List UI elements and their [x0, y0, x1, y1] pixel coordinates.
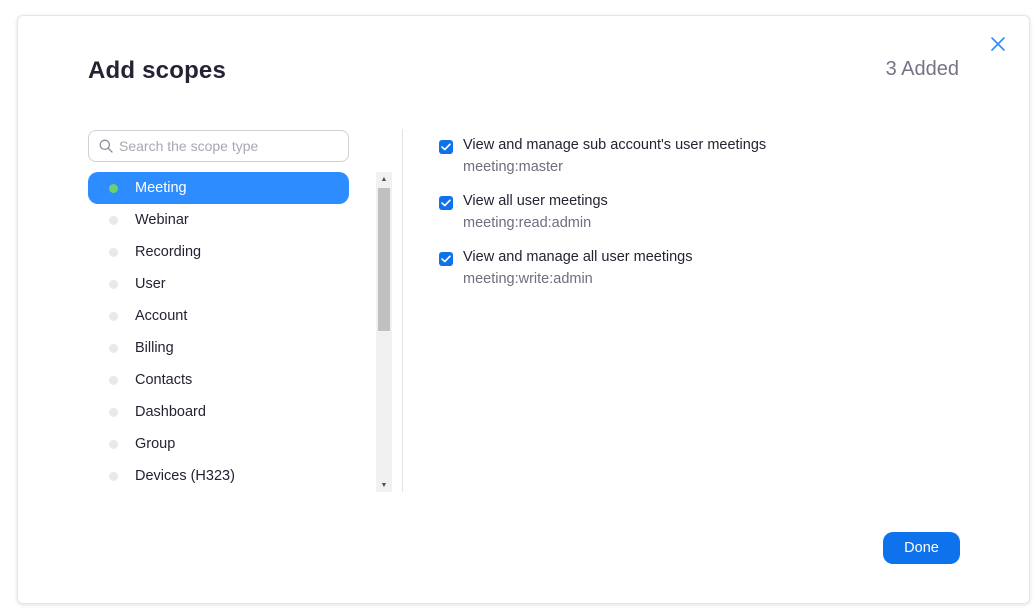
scope-type-label: Webinar [135, 212, 189, 228]
scope-type-user[interactable]: User [88, 268, 349, 300]
scope-checkbox[interactable] [439, 140, 453, 154]
status-dot [109, 311, 118, 321]
status-dot [109, 279, 118, 289]
status-dot [109, 471, 118, 481]
scope-type-label: Contacts [135, 372, 193, 388]
status-dot [109, 439, 118, 449]
scope-checkbox[interactable] [439, 252, 453, 266]
scope-option: View and manage all user meetings meetin… [439, 249, 979, 305]
scope-type-billing[interactable]: Billing [88, 332, 349, 364]
scope-description: View and manage all user meetings [463, 249, 693, 265]
scope-type-list: Meeting Webinar Recording User Account B… [88, 172, 349, 492]
checkmark-icon [441, 199, 451, 207]
scope-code: meeting:read:admin [463, 215, 592, 231]
scope-type-label: User [135, 276, 166, 292]
scope-type-webinar[interactable]: Webinar [88, 204, 349, 236]
panel-divider [402, 129, 403, 492]
scope-search[interactable] [88, 130, 349, 162]
scope-type-recording[interactable]: Recording [88, 236, 349, 268]
scope-type-label: Group [135, 436, 176, 452]
scope-type-contacts[interactable]: Contacts [88, 364, 349, 396]
scope-code: meeting:write:admin [463, 271, 593, 287]
scope-type-label: Account [135, 308, 188, 324]
scope-type-devices-h323[interactable]: Devices (H323) [88, 460, 349, 492]
added-count: 3 Added [885, 58, 959, 80]
status-dot [109, 375, 118, 385]
status-dot [109, 183, 118, 193]
status-dot [109, 407, 118, 417]
checkmark-icon [441, 255, 451, 263]
scope-description: View all user meetings [463, 193, 608, 209]
scroll-up-arrow-icon[interactable]: ▲ [376, 172, 392, 186]
search-icon [99, 139, 113, 153]
scope-checklist: View and manage sub account's user meeti… [439, 137, 979, 305]
scope-type-label: Meeting [135, 180, 187, 196]
done-button[interactable]: Done [883, 532, 960, 564]
scope-type-label: Devices (H323) [135, 468, 235, 484]
status-dot [109, 215, 118, 225]
scope-type-label: Dashboard [135, 404, 206, 420]
scope-checkbox[interactable] [439, 196, 453, 210]
scrollbar-thumb[interactable] [378, 188, 390, 331]
add-scopes-dialog: Add scopes 3 Added Meeting Webinar Recor… [17, 15, 1030, 604]
dialog-title: Add scopes [88, 57, 227, 84]
scope-code: meeting:master [463, 159, 563, 175]
search-input[interactable] [119, 138, 339, 154]
scope-type-dashboard[interactable]: Dashboard [88, 396, 349, 428]
scope-type-label: Recording [135, 244, 202, 260]
scroll-down-arrow-icon[interactable]: ▼ [376, 478, 392, 492]
scope-type-account[interactable]: Account [88, 300, 349, 332]
scope-list-scrollbar[interactable]: ▲ ▼ [376, 172, 392, 492]
close-icon[interactable] [991, 37, 1007, 53]
scope-type-group[interactable]: Group [88, 428, 349, 460]
status-dot [109, 343, 118, 353]
status-dot [109, 247, 118, 257]
scope-option: View all user meetings meeting:read:admi… [439, 193, 979, 249]
scope-description: View and manage sub account's user meeti… [463, 137, 767, 153]
scope-option: View and manage sub account's user meeti… [439, 137, 979, 193]
scope-type-label: Billing [135, 340, 174, 356]
checkmark-icon [441, 143, 451, 151]
scope-type-meeting[interactable]: Meeting [88, 172, 349, 204]
